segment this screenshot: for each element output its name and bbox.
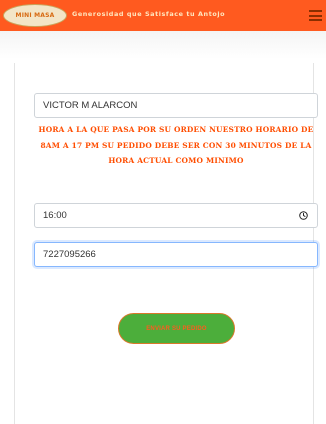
top-navbar: MINI MASA Generosidad que Satisface tu A… [0,0,326,31]
brand-logo[interactable]: MINI MASA [3,4,67,27]
hamburger-menu-icon[interactable] [309,10,322,21]
brand-slogan: Generosidad que Satisface tu Antojo [72,10,226,18]
logo-text: MINI MASA [15,12,55,19]
pickup-time-field[interactable]: 16:00 [34,203,318,228]
customer-name-field[interactable]: VICTOR M ALARCON [34,93,318,118]
submit-order-button[interactable]: ENVIAR SU PEDIDO [118,313,235,344]
phone-field[interactable]: 7227095266 [34,242,318,267]
pickup-time-value: 16:00 [43,210,67,221]
pickup-time-notice: HORA A LA QUE PASA POR SU ORDEN NUESTRO … [38,125,314,165]
clock-icon[interactable] [299,211,308,220]
